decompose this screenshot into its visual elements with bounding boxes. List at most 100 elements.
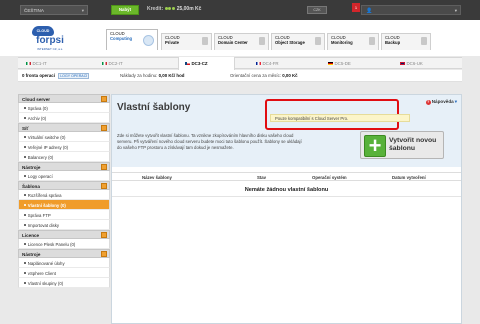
- language-label: ČEŠTINA: [24, 7, 44, 13]
- credit-label: Kredit:: [147, 6, 164, 12]
- main-header-area: Vlastní šablony ? Nápověda▾ Pouze kompati…: [112, 95, 461, 167]
- monthly-cost: Orientační cena za měsíc: 0,00 Kč: [230, 73, 298, 78]
- globe-icon: [259, 37, 265, 45]
- credit-dots-icon: [164, 6, 176, 12]
- monthly-cost-label: Orientační cena za měsíc:: [230, 73, 282, 78]
- language-select[interactable]: ČEŠTINA ▾: [20, 5, 88, 15]
- credit-display: Kredit: 25,00m Kč: [147, 6, 201, 12]
- sidebar-item-custom-templates[interactable]: Vlastní šablony (0): [18, 200, 110, 210]
- bullet-icon: [24, 243, 26, 245]
- sidebar-item-public-ip[interactable]: Veřejné IP adresy (0): [18, 142, 110, 152]
- datacenter-tab-dc3-cz[interactable]: DC3-CZ: [185, 61, 208, 66]
- cloud-icon: [143, 35, 154, 46]
- logo-name: forpsi: [36, 35, 64, 46]
- italy-flag-icon: [102, 61, 107, 65]
- help-link[interactable]: ? Nápověda▾: [425, 99, 457, 105]
- chevron-down-icon: ▾: [81, 7, 84, 13]
- sidebar-item-custom-groups[interactable]: Vlastní skupiny (0): [18, 278, 110, 288]
- sidebar: Cloud server Správa (0) Archiv (0) Síť V…: [18, 94, 110, 324]
- column-header-created[interactable]: Datum vytvoření: [392, 175, 426, 180]
- sidebar-section-title: Cloud server: [22, 96, 51, 102]
- sidebar-item-advanced-management[interactable]: Rozšířená správa: [18, 190, 110, 200]
- monthly-cost-value: 0,00 Kč: [282, 73, 298, 78]
- collapse-toggle-icon[interactable]: [101, 232, 107, 238]
- sidebar-item-vsphere-client[interactable]: vSphere Client: [18, 268, 110, 278]
- datacenter-tab-dc6-uk[interactable]: DC6-UK: [400, 61, 423, 66]
- notification-badge[interactable]: 1: [352, 3, 360, 12]
- sidebar-item-label: Archiv (0): [27, 115, 47, 121]
- datacenter-bar: DC1-IT DC2-IT DC3-CZ DC4-FR DC5-DE DC6-U…: [18, 57, 462, 70]
- sidebar-item-label: Logy operací: [27, 173, 53, 179]
- sidebar-item-balancers[interactable]: Balancery (0): [18, 152, 110, 162]
- help-icon: ?: [425, 100, 431, 105]
- sidebar-item-label: Vlastní šablony (0): [27, 202, 66, 208]
- bullet-icon: [24, 214, 26, 216]
- sidebar-section-cloud-server[interactable]: Cloud server: [18, 94, 110, 103]
- create-template-label: Vytvořit novou šablonu: [389, 137, 437, 152]
- tab-cloud-domain-center[interactable]: CLOUD Domain Center: [214, 33, 269, 50]
- sidebar-section-sit[interactable]: Síť: [18, 123, 110, 132]
- main-panel: Vlastní šablony ? Nápověda▾ Pouze kompati…: [111, 94, 462, 324]
- bullet-icon: [24, 262, 26, 264]
- stats-bar: 0 fronta operací LOGY OPERACÍ Náklady za…: [18, 70, 462, 82]
- sidebar-item-operation-logs[interactable]: Logy operací: [18, 171, 110, 181]
- tab-cloud-private[interactable]: CLOUD Private: [161, 33, 212, 50]
- monitor-icon: [369, 37, 375, 45]
- datacenter-tab-dc1-it[interactable]: DC1-IT: [26, 61, 47, 66]
- collapse-toggle-icon[interactable]: [101, 125, 107, 131]
- sidebar-item-scheduled-tasks[interactable]: Naplánované úlohy: [18, 258, 110, 268]
- column-header-os[interactable]: Operační systém: [312, 175, 347, 180]
- bullet-icon: [24, 272, 26, 274]
- compatibility-notice-highlight: Pouze kompatibilní s Cloud Server Pro.: [265, 99, 410, 130]
- sidebar-section-nastroje[interactable]: Nástroje: [18, 162, 110, 171]
- sidebar-item-plesk-licence[interactable]: Licence Plesk Panelu (0): [18, 239, 110, 249]
- tab-cloud-backup[interactable]: CLOUD Backup: [381, 33, 431, 50]
- forpsi-logo[interactable]: CLOUD forpsi INTERNET CZ, a.s.: [24, 26, 76, 52]
- tab-cloud-object-storage[interactable]: CLOUD Object Storage: [271, 33, 325, 50]
- sidebar-item-label: Správa (0): [27, 105, 48, 111]
- sidebar-item-import-disks[interactable]: Importovat disky: [18, 220, 110, 230]
- user-menu[interactable]: 👤 ▾: [361, 5, 461, 15]
- column-header-name[interactable]: Název šablony: [142, 175, 172, 180]
- tab-cloud-monitoring[interactable]: CLOUD Monitoring: [327, 33, 379, 50]
- sidebar-item-ftp-management[interactable]: Správa FTP: [18, 210, 110, 220]
- collapse-toggle-icon[interactable]: [101, 251, 107, 257]
- collapse-toggle-icon[interactable]: [101, 183, 107, 189]
- page-description: Zde si můžete vytvořit vlastní šablonu. …: [117, 133, 302, 150]
- sidebar-section-title: Síť: [22, 125, 29, 131]
- datacenter-tab-dc5-de[interactable]: DC5-DE: [328, 61, 351, 66]
- column-header-status[interactable]: Stav: [257, 175, 266, 180]
- collapse-toggle-icon[interactable]: [101, 164, 107, 170]
- sidebar-item-label: Rozšířená správa: [27, 192, 62, 198]
- top-bar: ČEŠTINA ▾ Nabýt Kredit: 25,00m Kč CZK 1 …: [0, 0, 480, 20]
- sidebar-section-sablona[interactable]: Šablona: [18, 181, 110, 190]
- templates-table-header: Název šablony Stav Operační systém Datum…: [112, 172, 461, 181]
- sidebar-item-virtual-switches[interactable]: Virtuální switche (0): [18, 132, 110, 142]
- sidebar-item-sprava[interactable]: Správa (0): [18, 103, 110, 113]
- sidebar-section-nastroje-2[interactable]: Nástroje: [18, 249, 110, 258]
- empty-table-message: Nemáte žádnou vlastní šablonu: [112, 184, 461, 197]
- collapse-toggle-icon[interactable]: [101, 96, 107, 102]
- sidebar-section-licence[interactable]: Licence: [18, 230, 110, 239]
- datacenter-label: DC1-IT: [32, 61, 47, 66]
- bullet-icon: [24, 194, 26, 196]
- operation-logs-button[interactable]: LOGY OPERACÍ: [58, 73, 90, 79]
- recharge-credit-button[interactable]: Nabýt: [111, 5, 139, 15]
- compatibility-notice: Pouze kompatibilní s Cloud Server Pro.: [270, 114, 410, 122]
- tab-cloud-computing[interactable]: CLOUD Computing: [106, 29, 158, 50]
- create-template-button[interactable]: + Vytvořit novou šablonu: [360, 131, 444, 159]
- credit-value: 25,00m Kč: [176, 6, 202, 12]
- server-icon: [202, 37, 208, 45]
- sidebar-section-title: Šablona: [22, 183, 40, 189]
- bullet-icon: [24, 224, 26, 226]
- chevron-down-icon: ▾: [454, 7, 457, 13]
- datacenter-label: DC3-CZ: [191, 61, 208, 66]
- currency-button[interactable]: CZK: [307, 6, 327, 14]
- hourly-cost: Náklady za hodinu: 0,00 Kč/ hod: [120, 73, 184, 78]
- datacenter-tab-dc2-it[interactable]: DC2-IT: [102, 61, 123, 66]
- germany-flag-icon: [328, 61, 333, 65]
- sidebar-item-label: Vlastní skupiny (0): [27, 280, 64, 286]
- chevron-down-icon: ▾: [454, 99, 457, 104]
- datacenter-tab-dc4-fr[interactable]: DC4-FR: [256, 61, 279, 66]
- sidebar-item-archiv[interactable]: Archiv (0): [18, 113, 110, 123]
